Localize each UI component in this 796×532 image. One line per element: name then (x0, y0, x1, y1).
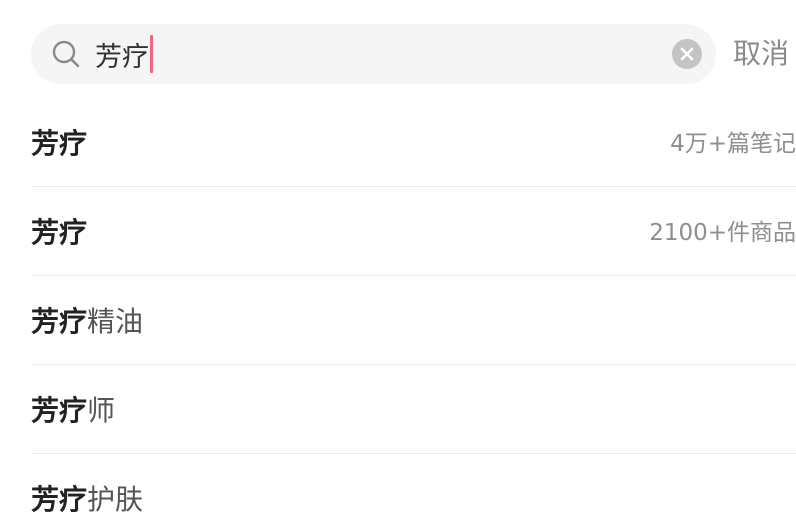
suggestion-label: 芳疗 (31, 211, 87, 255)
suggestion-suffix: 护肤 (87, 483, 144, 516)
suggestion-keyword: 芳疗 (31, 305, 88, 338)
suggestion-item[interactable]: 芳疗护肤 (0, 454, 796, 532)
search-input[interactable]: 芳疗 (31, 24, 716, 84)
suggestion-keyword: 芳疗 (31, 483, 88, 516)
search-header: 芳疗 取消 (0, 0, 796, 100)
search-query-text[interactable]: 芳疗 (95, 34, 153, 74)
suggestion-item[interactable]: 芳疗师 (0, 365, 796, 454)
suggestion-keyword: 芳疗 (31, 127, 88, 160)
suggestion-suffix: 精油 (87, 305, 144, 338)
suggestion-count: 4万+篇笔记 (670, 131, 796, 157)
cancel-button[interactable]: 取消 (733, 33, 789, 75)
suggestion-count: 2100+件商品 (649, 220, 796, 246)
search-query-value: 芳疗 (95, 41, 149, 73)
clear-search-button[interactable] (672, 39, 702, 69)
suggestion-item[interactable]: 芳疗精油 (0, 276, 796, 365)
search-page: 芳疗 取消 芳疗 4万+篇笔记 芳疗 2100+件商品 芳疗精油 芳疗师 芳疗护… (0, 0, 796, 532)
suggestion-label: 芳疗师 (31, 389, 115, 433)
search-icon (51, 39, 81, 69)
suggestion-keyword: 芳疗 (31, 394, 88, 427)
text-caret (150, 35, 153, 73)
suggestion-keyword: 芳疗 (31, 216, 88, 249)
suggestion-item[interactable]: 芳疗 2100+件商品 (0, 187, 796, 276)
suggestion-label: 芳疗护肤 (31, 478, 143, 522)
suggestion-item[interactable]: 芳疗 4万+篇笔记 (0, 98, 796, 187)
suggestion-label: 芳疗精油 (31, 300, 143, 344)
suggestion-list: 芳疗 4万+篇笔记 芳疗 2100+件商品 芳疗精油 芳疗师 芳疗护肤 (0, 98, 796, 532)
close-icon (680, 47, 694, 61)
suggestion-suffix: 师 (87, 394, 116, 427)
suggestion-label: 芳疗 (31, 122, 87, 166)
